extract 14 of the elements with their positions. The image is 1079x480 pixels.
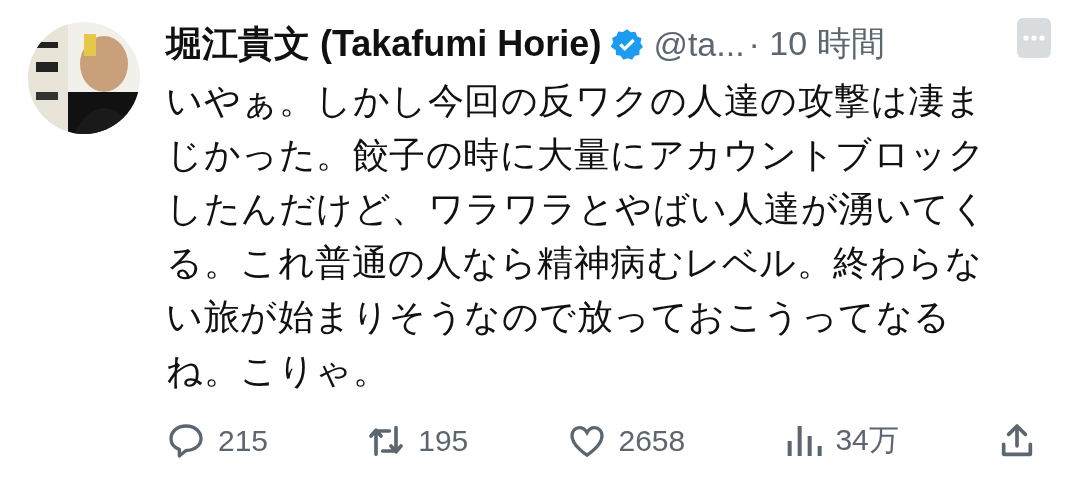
retweet-button[interactable]: 195	[366, 420, 469, 461]
author-name[interactable]: 堀江貴文 (Takafumi Horie)	[166, 19, 602, 69]
tweet-text-line: る。これ普通の人なら精神病むレベル。終わらな	[166, 241, 982, 285]
user-handle[interactable]: @ta...	[653, 24, 745, 64]
post-time[interactable]: · 10 時間	[748, 21, 885, 67]
reply-button[interactable]: 215	[166, 420, 269, 461]
tweet-text-line: ね。こりゃ。	[166, 349, 389, 393]
tweet-text-line: したんだけど、ワラワラとやばい人達が湧いてく	[166, 187, 987, 231]
tweet-text-line: じかった。餃子の時に大量にアカウントブロック	[166, 133, 985, 177]
more-icon	[1022, 34, 1046, 42]
like-button[interactable]: 2658	[566, 420, 686, 461]
tweet-text-line: いやぁ。しかし今回の反ワクの人達の攻撃は凄ま	[166, 79, 982, 123]
views-button[interactable]: 34万	[783, 420, 899, 461]
tweet-text-line: い旅が始まりそうなので放っておこうってなる	[166, 295, 951, 339]
